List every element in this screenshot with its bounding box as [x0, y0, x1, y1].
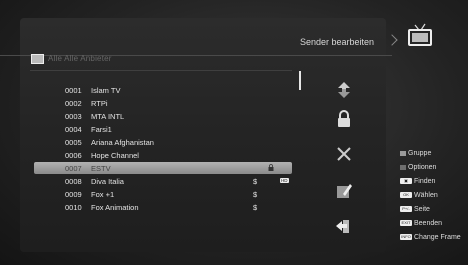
- legend-label: Gruppe: [408, 150, 432, 157]
- channel-number: 0007: [65, 164, 82, 173]
- find-key-icon: ▣: [400, 178, 412, 185]
- legend-label: Optionen: [408, 164, 437, 171]
- channel-name: Farsi1: [91, 125, 112, 134]
- channel-number: 0005: [65, 138, 82, 147]
- channel-list-icon: [31, 54, 44, 64]
- scrambled-icon: $: [253, 203, 258, 212]
- legend-change-frame: INFO Change Frame: [400, 234, 461, 241]
- info-key-icon: INFO: [400, 234, 412, 241]
- legend-label: Seite: [414, 206, 430, 213]
- channel-name: Islam TV: [91, 86, 121, 95]
- exit-key-icon: EXIT: [400, 220, 412, 227]
- tv-icon: [408, 23, 432, 46]
- channel-number: 0008: [65, 177, 82, 186]
- legend-gruppe: Gruppe: [400, 150, 431, 157]
- ok-key-icon: OK: [400, 192, 412, 199]
- chevron-right-icon: [386, 34, 398, 46]
- screen: Sender bearbeiten Alle Alle Anbieter 000…: [0, 0, 468, 265]
- list-title: Alle Alle Anbieter: [48, 54, 112, 63]
- move-icon[interactable]: [334, 80, 354, 100]
- legend-finden: ▣ Finden: [400, 178, 435, 185]
- channel-number: 0006: [65, 151, 82, 160]
- legend-optionen: Optionen: [400, 164, 436, 171]
- channel-name: Ariana Afghanistan: [91, 138, 154, 147]
- scrollbar[interactable]: [299, 71, 301, 90]
- channel-row[interactable]: 0006 Hope Channel: [34, 149, 292, 161]
- channel-name: ESTV: [91, 164, 111, 173]
- channel-name: Fox +1: [91, 190, 115, 199]
- delete-icon[interactable]: [334, 144, 354, 164]
- rename-icon[interactable]: [334, 181, 354, 201]
- channel-number: 0010: [65, 203, 82, 212]
- scrambled-icon: $: [253, 177, 258, 186]
- channel-row[interactable]: 0008 Diva Italia $ HD: [34, 175, 292, 187]
- channel-name: MTA INTL: [91, 112, 125, 121]
- scrambled-icon: $: [253, 190, 258, 199]
- channel-row[interactable]: 0004 Farsi1: [34, 123, 292, 135]
- locked-icon: [268, 164, 274, 171]
- channel-name: Fox Animation: [91, 203, 139, 212]
- channel-number: 0004: [65, 125, 82, 134]
- channel-row[interactable]: 0003 MTA INTL: [34, 110, 292, 122]
- legend-label: Finden: [414, 178, 436, 185]
- legend-seite: P+/- Seite: [400, 206, 430, 213]
- page-key-icon: P+/-: [400, 206, 412, 213]
- channel-row[interactable]: 0007 ESTV: [34, 162, 292, 174]
- channel-name: Diva Italia: [91, 177, 124, 186]
- color-key-icon: [400, 150, 406, 156]
- channel-row[interactable]: 0005 Ariana Afghanistan: [34, 136, 292, 148]
- channel-number: 0001: [65, 86, 82, 95]
- legend-waehlen: OK Wählen: [400, 192, 438, 199]
- exit-icon[interactable]: [334, 216, 354, 236]
- channel-name: RTPi: [91, 99, 108, 108]
- lock-icon[interactable]: [334, 109, 354, 129]
- color-key-icon: [400, 164, 406, 170]
- hd-badge: HD: [280, 178, 289, 183]
- channel-row[interactable]: 0002 RTPi: [34, 97, 292, 109]
- channel-number: 0003: [65, 112, 82, 121]
- channel-row[interactable]: 0010 Fox Animation $: [34, 201, 292, 213]
- channel-name: Hope Channel: [91, 151, 139, 160]
- legend-beenden: EXIT Beenden: [400, 220, 442, 227]
- channel-number: 0002: [65, 99, 82, 108]
- legend-label: Wählen: [414, 192, 438, 199]
- list-divider: [30, 70, 292, 71]
- legend-label: Change Frame: [414, 234, 461, 241]
- page-title: Sender bearbeiten: [300, 37, 375, 47]
- channel-row[interactable]: 0009 Fox +1 $: [34, 188, 292, 200]
- channel-number: 0009: [65, 190, 82, 199]
- legend-label: Beenden: [414, 220, 443, 227]
- channel-row[interactable]: 0001 Islam TV: [34, 84, 292, 96]
